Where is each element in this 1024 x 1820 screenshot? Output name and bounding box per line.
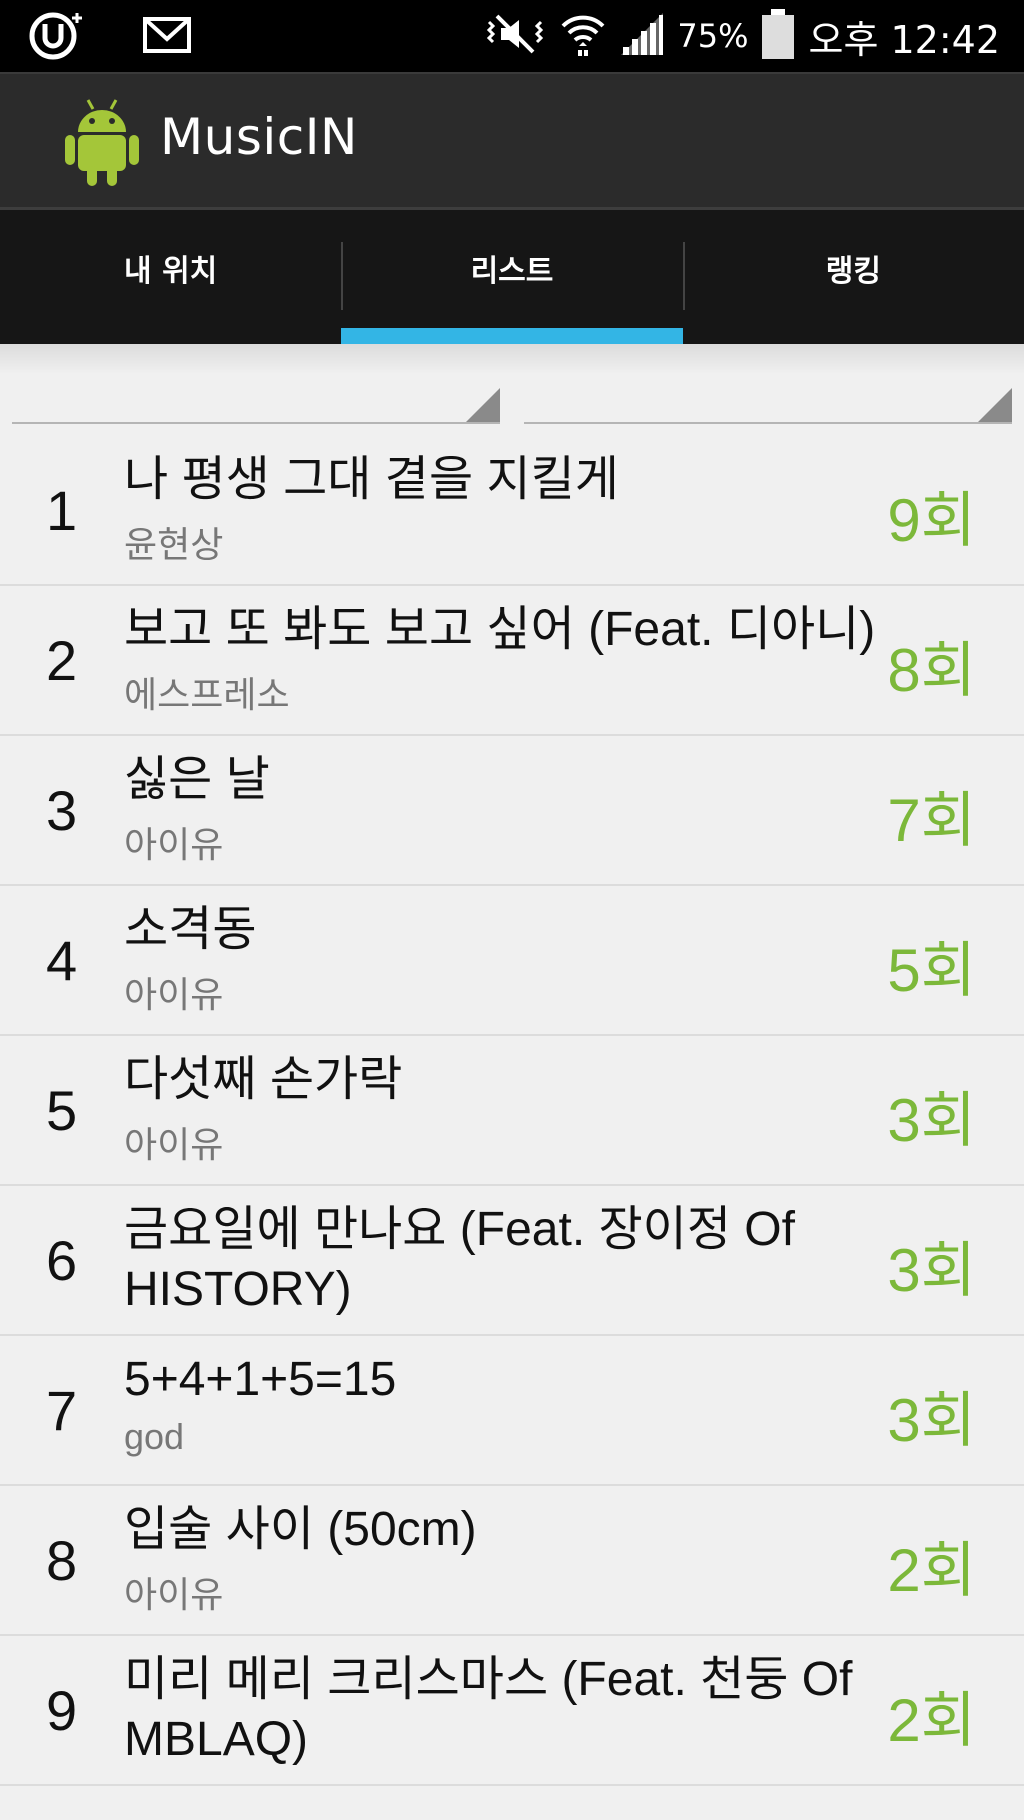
song-artist: 아이유 xyxy=(124,1124,224,1165)
song-title: 나 평생 그대 곁을 지킬게 xyxy=(124,453,619,506)
wifi-icon xyxy=(559,10,607,62)
list-item[interactable]: 4 소격동 아이유 5회 xyxy=(0,886,1024,1036)
spinner-arrow-icon xyxy=(978,388,1012,422)
song-list[interactable]: 1 나 평생 그대 곁을 지킬게 윤현상 9회 2 보고 또 봐도 보고 싶어 … xyxy=(0,436,1024,1820)
song-artist: 윤현상 xyxy=(124,524,224,565)
song-artist: 아이유 xyxy=(124,824,224,865)
tab-label: 내 위치 xyxy=(124,254,218,289)
play-count: 5회 xyxy=(887,937,976,1004)
spinner-arrow-icon xyxy=(466,388,500,422)
list-item[interactable]: 6 금요일에 만나요 (Feat. 장이정 Of HISTORY) 아이유 3회 xyxy=(0,1186,1024,1336)
battery-icon xyxy=(760,8,796,64)
song-title: 5+4+1+5=15 xyxy=(124,1353,397,1406)
song-artist: 아이유 xyxy=(124,1776,223,1784)
song-title: 보고 또 봐도 보고 싶어 (Feat. 디아니) xyxy=(124,603,876,656)
list-item[interactable]: 9 미리 메리 크리스마스 (Feat. 천둥 Of MBLAQ) 아이유 2회 xyxy=(0,1636,1024,1786)
play-count: 3회 xyxy=(887,1087,976,1154)
rank-number: 3 xyxy=(46,779,78,842)
song-artist: 아이유 xyxy=(124,974,224,1015)
tab-ranking[interactable]: 랭킹 xyxy=(682,210,1024,344)
list-item[interactable]: 3 싫은 날 아이유 7회 xyxy=(0,736,1024,886)
song-artist: god xyxy=(124,1416,185,1457)
clock: 오후 12:42 xyxy=(808,17,1000,62)
gmail-icon xyxy=(142,15,192,59)
tab-list[interactable]: 리스트 xyxy=(341,210,683,344)
list-item[interactable]: 1 나 평생 그대 곁을 지킬게 윤현상 9회 xyxy=(0,436,1024,586)
battery-percent: 75% xyxy=(677,17,749,55)
action-bar: MusicIN xyxy=(0,72,1024,210)
play-count: 8회 xyxy=(887,637,976,704)
play-count: 2회 xyxy=(887,1687,976,1754)
play-count: 3회 xyxy=(887,1387,976,1454)
song-artist: 아이유 xyxy=(124,1326,223,1334)
filter-spinner-left[interactable] xyxy=(12,388,500,424)
play-count: 2회 xyxy=(887,1537,976,1604)
rank-number: 5 xyxy=(46,1079,78,1142)
song-title: 입술 사이 (50cm) xyxy=(124,1503,477,1556)
rank-number: 1 xyxy=(46,479,78,542)
status-bar: 75% 오후 12:42 xyxy=(0,0,1024,72)
song-title: 싫은 날 xyxy=(124,753,270,806)
song-title: 미리 메리 크리스마스 (Feat. 천둥 Of MBLAQ) xyxy=(124,1653,853,1766)
signal-icon xyxy=(619,11,665,61)
rank-number: 8 xyxy=(46,1529,78,1592)
rank-number: 2 xyxy=(46,629,78,692)
rank-number: 6 xyxy=(46,1229,78,1292)
tab-indicator xyxy=(683,328,1024,344)
list-item[interactable]: 2 보고 또 봐도 보고 싶어 (Feat. 디아니) 에스프레소 8회 xyxy=(0,586,1024,736)
tab-label: 리스트 xyxy=(470,254,554,289)
rank-number: 9 xyxy=(46,1679,78,1742)
app-title: MusicIN xyxy=(160,108,358,166)
song-artist: 에스프레소 xyxy=(124,674,290,715)
rank-number: 7 xyxy=(46,1379,78,1442)
tab-shadow xyxy=(0,344,1024,374)
list-item[interactable]: 5 다섯째 손가락 아이유 3회 xyxy=(0,1036,1024,1186)
list-item[interactable]: 7 5+4+1+5=15 god 3회 xyxy=(0,1336,1024,1486)
rank-number: 4 xyxy=(46,929,78,992)
play-count: 7회 xyxy=(887,787,976,854)
tab-indicator-selected xyxy=(341,328,683,344)
tab-indicator xyxy=(0,328,341,344)
tab-label: 랭킹 xyxy=(825,254,881,289)
tab-my-location[interactable]: 내 위치 xyxy=(0,210,341,344)
filter-spinner-right[interactable] xyxy=(524,388,1012,424)
song-title: 금요일에 만나요 (Feat. 장이정 Of HISTORY) xyxy=(124,1203,795,1316)
list-item[interactable]: 8 입술 사이 (50cm) 아이유 2회 xyxy=(0,1486,1024,1636)
mute-vibrate-icon xyxy=(483,12,547,60)
song-title: 다섯째 손가락 xyxy=(124,1053,403,1106)
song-title: 소격동 xyxy=(124,903,257,956)
song-artist: 아이유 xyxy=(124,1574,224,1615)
play-count: 3회 xyxy=(887,1237,976,1304)
play-count: 9회 xyxy=(887,487,976,554)
android-robot-icon[interactable] xyxy=(64,96,140,188)
u-plus-icon xyxy=(28,10,86,64)
tab-bar: 내 위치 리스트 랭킹 xyxy=(0,210,1024,344)
